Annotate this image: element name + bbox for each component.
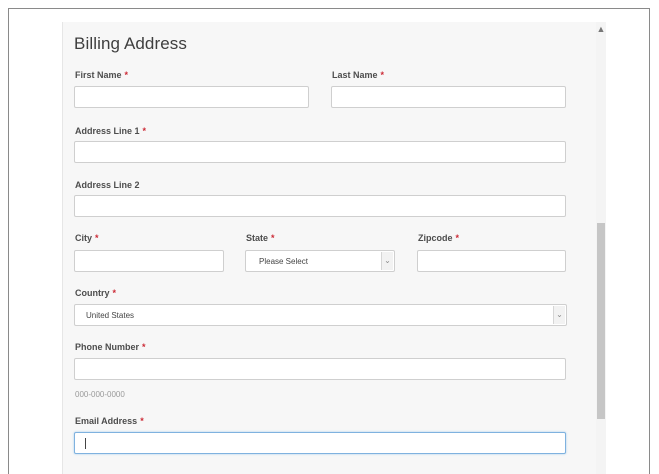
- state-label: State *: [246, 233, 275, 243]
- phone-number-label: Phone Number *: [75, 342, 146, 352]
- country-selected-value: United States: [86, 311, 135, 320]
- required-asterisk: *: [142, 342, 146, 352]
- phone-format-hint: 000-000-0000: [75, 390, 125, 399]
- required-asterisk: *: [271, 233, 275, 243]
- required-asterisk: *: [95, 233, 99, 243]
- state-selected-value: Please Select: [259, 257, 308, 266]
- address-line-1-input[interactable]: [74, 141, 566, 163]
- first-name-label: First Name *: [75, 70, 128, 80]
- email-address-label: Email Address *: [75, 416, 144, 426]
- state-label-text: State: [246, 233, 269, 243]
- country-select[interactable]: United States ⌄: [74, 304, 567, 326]
- last-name-label-text: Last Name: [332, 70, 378, 80]
- state-select[interactable]: Please Select ⌄: [245, 250, 395, 272]
- country-label: Country *: [75, 288, 116, 298]
- zipcode-input[interactable]: [417, 250, 566, 272]
- city-label-text: City: [75, 233, 93, 243]
- email-address-label-text: Email Address: [75, 416, 138, 426]
- required-asterisk: *: [112, 288, 117, 298]
- required-asterisk: *: [142, 126, 147, 136]
- required-asterisk: *: [140, 416, 144, 426]
- email-address-input[interactable]: [74, 432, 566, 454]
- chevron-down-icon[interactable]: ⌄: [553, 306, 565, 324]
- last-name-label: Last Name *: [332, 70, 384, 80]
- country-label-text: Country: [75, 288, 110, 298]
- scroll-up-arrow-icon[interactable]: ▲: [596, 24, 606, 34]
- required-asterisk: *: [380, 70, 385, 80]
- phone-number-label-text: Phone Number: [75, 342, 140, 352]
- scrollbar-thumb[interactable]: [597, 223, 605, 419]
- vertical-scrollbar[interactable]: ▲: [596, 22, 606, 474]
- first-name-input[interactable]: [74, 86, 309, 108]
- required-asterisk: *: [124, 70, 129, 80]
- address-line-2-label-text: Address Line 2: [75, 180, 140, 190]
- zipcode-label-text: Zipcode: [418, 233, 453, 243]
- form-title: Billing Address: [74, 34, 188, 53]
- first-name-label-text: First Name: [75, 70, 122, 80]
- zipcode-label: Zipcode *: [418, 233, 459, 243]
- address-line-1-label: Address Line 1 *: [75, 126, 146, 136]
- text-caret: [85, 438, 86, 449]
- address-line-2-input[interactable]: [74, 195, 566, 217]
- required-asterisk: *: [455, 233, 460, 243]
- phone-number-input[interactable]: [74, 358, 566, 380]
- address-line-2-label: Address Line 2: [75, 180, 140, 190]
- last-name-input[interactable]: [331, 86, 566, 108]
- chevron-down-icon[interactable]: ⌄: [381, 252, 393, 270]
- address-line-1-label-text: Address Line 1: [75, 126, 140, 136]
- city-label: City *: [75, 233, 99, 243]
- city-input[interactable]: [74, 250, 224, 272]
